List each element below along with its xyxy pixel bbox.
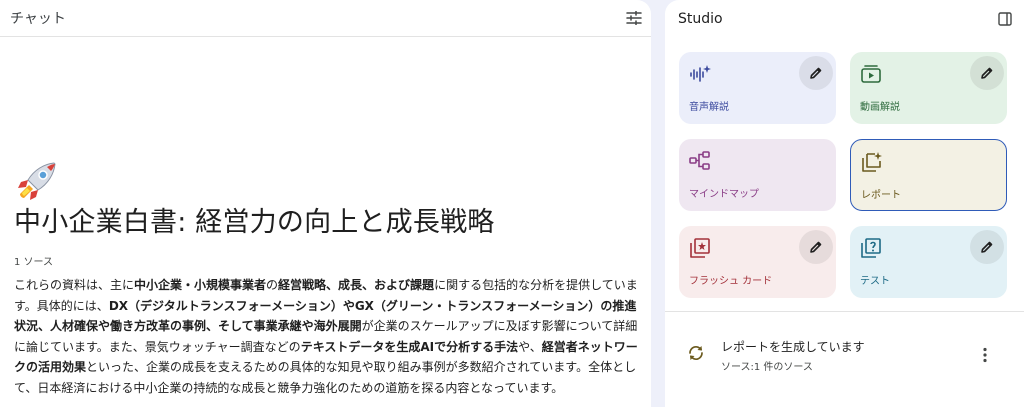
quiz-icon: [860, 237, 882, 259]
card-label: フラッシュ カード: [689, 276, 773, 287]
edit-button[interactable]: [799, 230, 833, 264]
rocket-emoji: [14, 158, 60, 204]
side-panel-icon[interactable]: [996, 10, 1014, 28]
chat-title: チャット: [10, 11, 66, 27]
sync-icon: [687, 344, 705, 362]
studio-title: Studio: [678, 10, 723, 27]
summary-text: といった、企業の成長を支えるための具体的な知見や取り組み事例が多数紹介されていま…: [14, 360, 637, 395]
studio-panel: Studio 音声解説 動画解説 マインドマップ レポート フラッシュ カード …: [665, 0, 1024, 407]
report-status-title: レポートを生成しています: [721, 340, 865, 354]
edit-button[interactable]: [970, 230, 1004, 264]
pencil-icon: [810, 241, 822, 253]
mind-map-card[interactable]: マインドマップ: [679, 139, 836, 211]
report-card[interactable]: レポート: [850, 139, 1007, 211]
summary-bold-text: 経営戦略、成長、および課題: [278, 278, 435, 292]
summary-bold-text: テキストデータを生成AIで分析する手法: [300, 339, 519, 354]
chat-header: チャット: [0, 0, 651, 37]
flashcard-icon: [689, 237, 711, 259]
report-icon: [861, 151, 883, 173]
notebook-title: 中小企業白書: 経営力の向上と成長戦略: [14, 207, 495, 238]
notebook-summary: これらの資料は、主に中小企業・小規模事業者の経営戦略、成長、および課題に関する包…: [14, 275, 640, 398]
audio-overview-card[interactable]: 音声解説: [679, 52, 836, 124]
edit-button[interactable]: [799, 56, 833, 90]
studio-header: Studio: [665, 0, 1024, 37]
video-overview-card[interactable]: 動画解説: [850, 52, 1007, 124]
pencil-icon: [810, 67, 822, 79]
summary-bold-text: 中小企業・小規模事業者: [134, 278, 267, 292]
card-label: マインドマップ: [689, 189, 759, 200]
summary-text: や、: [518, 339, 542, 354]
quiz-card[interactable]: テスト: [850, 226, 1007, 298]
tune-icon[interactable]: [625, 9, 643, 27]
flashcard-card[interactable]: フラッシュ カード: [679, 226, 836, 298]
card-label: 音声解説: [689, 102, 729, 113]
card-label: 動画解説: [860, 102, 900, 113]
chat-panel: チャット 中小企業白書: 経営力の向上と成長戦略 1 ソース これらの資料は、主…: [0, 0, 651, 407]
pencil-icon: [981, 241, 993, 253]
pencil-icon: [981, 67, 993, 79]
report-status-sources: ソース:1 件のソース: [721, 362, 813, 373]
summary-text: これらの資料は、主に: [14, 278, 135, 292]
audio-waveform-icon: [689, 63, 711, 85]
card-label: レポート: [861, 190, 901, 201]
report-generating-row[interactable]: レポートを生成しています ソース:1 件のソース: [665, 311, 1024, 407]
more-vert-icon[interactable]: [977, 346, 993, 364]
edit-button[interactable]: [970, 56, 1004, 90]
video-icon: [860, 63, 882, 85]
source-count: 1 ソース: [14, 257, 54, 268]
summary-text: の: [266, 278, 279, 292]
card-label: テスト: [860, 276, 890, 287]
mind-map-icon: [689, 150, 711, 172]
